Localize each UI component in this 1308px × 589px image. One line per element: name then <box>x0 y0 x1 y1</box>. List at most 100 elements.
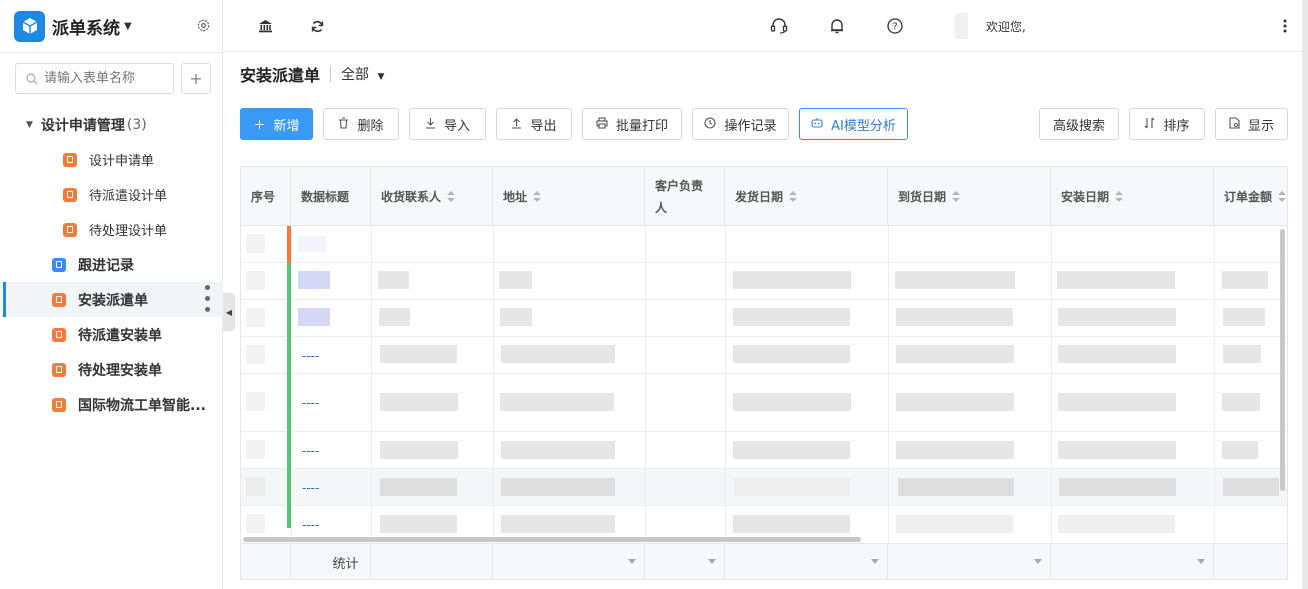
sidebar-item-install-to-dispatch[interactable]: 待派遣安装单 <box>0 317 223 352</box>
column-header-title[interactable]: 数据标题 <box>291 167 371 226</box>
table-row[interactable]: ---- <box>241 469 1287 506</box>
row-checkbox[interactable] <box>246 271 265 290</box>
sort-icon <box>1144 117 1155 132</box>
sort-icon[interactable] <box>447 190 456 203</box>
sidebar-item-logistics[interactable]: 国际物流工单智能... <box>0 387 223 422</box>
display-button[interactable]: 显示 <box>1215 108 1288 140</box>
sort-button[interactable]: 排序 <box>1129 108 1205 140</box>
sidebar-group-design[interactable]: ▼ 设计申请管理 (3) <box>0 107 223 142</box>
sidebar-item-install-pending[interactable]: 待处理安装单 <box>0 352 223 387</box>
column-header-manager[interactable]: 客户负责人 <box>645 167 725 226</box>
column-header-arrival-date[interactable]: 到货日期 <box>888 167 1051 226</box>
column-header-address[interactable]: 地址 <box>493 167 645 226</box>
cell-ship-date <box>734 478 850 496</box>
sort-icon[interactable] <box>952 190 961 203</box>
sidebar-item-install-dispatch[interactable]: 安装派遣单 ••• <box>0 282 223 317</box>
button-label: 导出 <box>530 118 557 134</box>
caret-down-icon <box>1034 559 1042 564</box>
gear-icon[interactable] <box>196 18 211 33</box>
add-form-button[interactable]: + <box>181 63 211 94</box>
sidebar-collapse-button[interactable]: ◀ <box>223 293 235 331</box>
svg-text:?: ? <box>892 22 897 33</box>
footer-cell <box>1214 544 1287 579</box>
cell-install-date <box>1058 441 1176 459</box>
caret-down-icon <box>1197 559 1205 564</box>
column-header-contact[interactable]: 收货联系人 <box>371 167 493 226</box>
cell-ship-date <box>733 515 850 533</box>
column-header-install-date[interactable]: 安装日期 <box>1051 167 1214 226</box>
view-filter[interactable]: 全部 ▼ <box>341 64 384 84</box>
footer-aggregate-dropdown[interactable] <box>888 544 1051 579</box>
table-row[interactable]: ---- <box>241 374 1287 432</box>
footer-aggregate-dropdown[interactable] <box>725 544 888 579</box>
search-input[interactable] <box>44 71 164 86</box>
bank-icon[interactable] <box>256 17 274 35</box>
cell-title: ---- <box>302 349 320 363</box>
advanced-search-button[interactable]: 高级搜索 <box>1039 108 1119 140</box>
add-button[interactable]: ＋ 新增 <box>240 108 313 140</box>
row-checkbox[interactable] <box>246 234 265 253</box>
button-label: 高级搜索 <box>1052 118 1105 134</box>
sort-icon[interactable] <box>533 190 542 203</box>
column-divider <box>645 226 646 544</box>
row-checkbox[interactable] <box>246 392 265 411</box>
headset-icon[interactable] <box>770 17 788 35</box>
table-row[interactable] <box>241 300 1287 337</box>
row-checkbox[interactable] <box>246 477 265 496</box>
table-row[interactable]: ---- <box>241 432 1287 469</box>
form-search[interactable] <box>15 63 174 94</box>
more-icon[interactable] <box>1276 17 1294 35</box>
vertical-scrollbar[interactable] <box>1280 229 1285 491</box>
sidebar-item-followup[interactable]: 跟进记录 <box>0 247 223 282</box>
sidebar-item-design-request[interactable]: 设计申请单 <box>0 142 223 177</box>
sidebar-item-design-pending[interactable]: 待处理设计单 <box>0 212 223 247</box>
caret-down-icon <box>708 559 716 564</box>
footer-aggregate-dropdown[interactable] <box>645 544 725 579</box>
table-header: 序号 数据标题 收货联系人 地址 客户负责人 发货日期 到货日期 安装日期 订单… <box>241 167 1287 226</box>
sort-icon[interactable] <box>1115 190 1124 203</box>
export-button[interactable]: 导出 <box>496 108 572 140</box>
welcome-text: 欢迎您, <box>986 20 1026 34</box>
sort-icon[interactable] <box>789 190 798 203</box>
row-checkbox[interactable] <box>246 440 265 459</box>
row-checkbox[interactable] <box>246 514 265 533</box>
view-filter-label: 全部 <box>341 67 370 83</box>
bell-icon[interactable] <box>828 17 846 35</box>
column-label: 收货联系人 <box>381 190 442 204</box>
refresh-icon[interactable] <box>308 17 326 35</box>
table-row[interactable] <box>241 226 1287 263</box>
more-vertical-icon[interactable]: ••• <box>198 283 214 316</box>
upload-icon <box>511 117 522 132</box>
sort-icon[interactable] <box>1278 190 1287 203</box>
cell-title <box>298 308 330 326</box>
cell-address <box>500 393 614 411</box>
column-divider <box>371 226 372 544</box>
column-header-ship-date[interactable]: 发货日期 <box>725 167 888 226</box>
cell-ship-date <box>733 441 850 459</box>
table-row[interactable]: ---- <box>241 337 1287 374</box>
app-switcher[interactable]: 派单系统 ▼ <box>14 10 132 42</box>
column-label: 数据标题 <box>301 190 350 204</box>
import-button[interactable]: 导入 <box>409 108 486 140</box>
footer-aggregate-dropdown[interactable] <box>493 544 645 579</box>
form-icon <box>52 397 66 412</box>
form-icon <box>63 222 77 237</box>
form-icon <box>52 327 66 342</box>
footer-aggregate-dropdown[interactable] <box>1051 544 1214 579</box>
robot-icon <box>811 117 823 131</box>
cell-address <box>501 515 615 533</box>
delete-button[interactable]: 删除 <box>323 108 399 140</box>
cell-install-date <box>1059 478 1176 496</box>
avatar[interactable] <box>955 13 968 39</box>
table-row[interactable] <box>241 263 1287 300</box>
row-checkbox[interactable] <box>246 345 265 364</box>
row-checkbox[interactable] <box>246 308 265 327</box>
form-icon <box>52 362 66 377</box>
sidebar-item-design-dispatch[interactable]: 待派遣设计单 <box>0 177 223 212</box>
horizontal-scrollbar[interactable] <box>243 537 861 542</box>
batch-print-button[interactable]: 批量打印 <box>582 108 682 140</box>
ai-analysis-button[interactable]: AI模型分析 <box>799 108 908 140</box>
operation-log-button[interactable]: 操作记录 <box>692 108 789 140</box>
column-header-amount[interactable]: 订单金额 <box>1214 167 1287 226</box>
help-icon[interactable]: ? <box>886 17 904 35</box>
